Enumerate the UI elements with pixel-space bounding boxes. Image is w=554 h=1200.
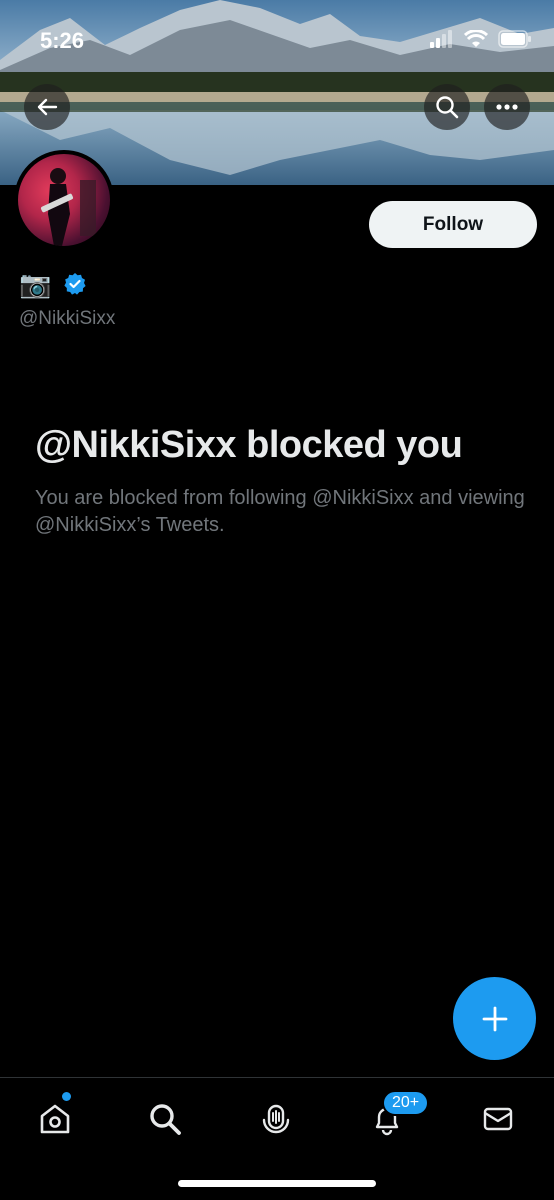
- notifications-badge: 20+: [382, 1090, 430, 1116]
- home-new-dot: [62, 1092, 71, 1101]
- profile-screen: 5:26 Follow 📷 @NikkiSixx @NikkiSixx bloc…: [0, 0, 554, 1200]
- more-icon: [496, 104, 518, 110]
- profile-name: 📷: [19, 269, 52, 299]
- status-icons: [430, 30, 532, 48]
- blocked-title: @NikkiSixx blocked you: [35, 424, 463, 466]
- profile-name-row: 📷: [19, 270, 87, 298]
- signal-icon: [430, 30, 452, 48]
- compose-plus-icon: [482, 1006, 507, 1031]
- battery-icon: [498, 30, 531, 48]
- wifi-icon: [464, 30, 488, 47]
- blocked-description: You are blocked from following @NikkiSix…: [35, 487, 525, 536]
- spaces-icon: [262, 1104, 290, 1134]
- status-time: 5:26: [40, 28, 85, 53]
- more-button[interactable]: [484, 84, 530, 130]
- avatar[interactable]: [14, 150, 114, 250]
- mail-icon: [483, 1107, 513, 1131]
- follow-button[interactable]: Follow: [369, 201, 537, 248]
- nav-messages[interactable]: [475, 1096, 521, 1142]
- nav-home[interactable]: [32, 1096, 78, 1142]
- back-button[interactable]: [24, 84, 70, 130]
- verified-badge-icon[interactable]: [63, 272, 87, 296]
- search-icon: [150, 1104, 181, 1135]
- back-arrow-icon: [37, 98, 58, 116]
- nav-spaces[interactable]: [253, 1096, 299, 1142]
- profile-handle: @NikkiSixx: [19, 308, 116, 329]
- home-indicator[interactable]: [178, 1180, 376, 1187]
- search-icon: [436, 96, 459, 119]
- home-icon: [40, 1104, 70, 1134]
- nav-search[interactable]: [142, 1096, 188, 1142]
- search-button[interactable]: [424, 84, 470, 130]
- compose-button[interactable]: [453, 977, 536, 1060]
